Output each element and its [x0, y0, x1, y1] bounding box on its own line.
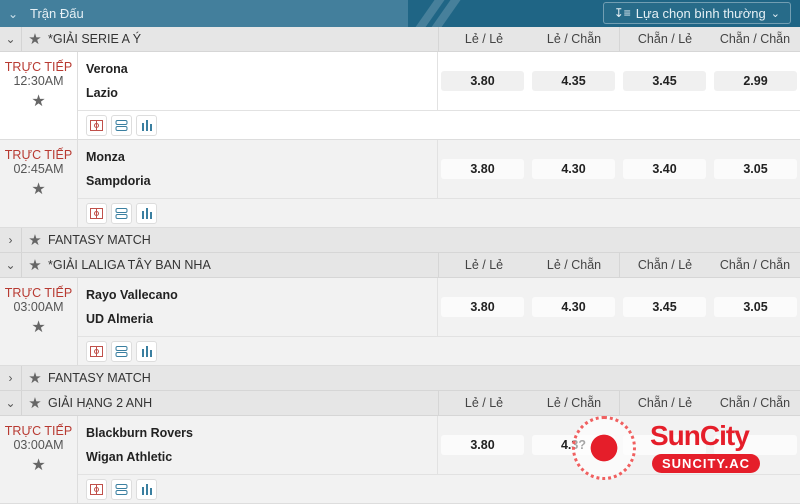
- column-header: Chẵn / Lẻ: [619, 27, 710, 51]
- list-icon[interactable]: [111, 340, 132, 362]
- match-time: 03:00AM: [13, 438, 64, 452]
- odds-button[interactable]: 3.40: [623, 159, 706, 179]
- home-team[interactable]: Blackburn Rovers: [86, 426, 437, 450]
- column-header: Chẵn / Chẵn: [719, 32, 791, 46]
- chevron-down-icon[interactable]: ⌄: [2, 7, 24, 21]
- chevron-down-icon[interactable]: ⌄: [0, 27, 22, 51]
- list-icon[interactable]: [111, 478, 132, 500]
- column-header: Chẵn / Lẻ: [619, 391, 710, 415]
- league-name: FANTASY MATCH: [48, 233, 151, 247]
- view-mode-label: Lựa chọn bình thường: [635, 5, 766, 21]
- view-mode-select[interactable]: ↧≡ Lựa chọn bình thường ⌄: [602, 2, 791, 24]
- odds-button[interactable]: 2.99: [714, 71, 797, 91]
- odds-button[interactable]: 3.80: [441, 159, 524, 179]
- match-time: 02:45AM: [13, 162, 64, 176]
- field-icon[interactable]: [86, 478, 107, 500]
- list-icon[interactable]: [111, 202, 132, 224]
- column-header: Lẻ / Lẻ: [464, 258, 504, 272]
- odds-button[interactable]: [623, 435, 706, 455]
- field-icon[interactable]: [86, 202, 107, 224]
- match-row: TRỰC TIẾP 03:00AM ★ Rayo Vallecano UD Al…: [0, 278, 800, 366]
- away-team[interactable]: UD Almeria: [86, 312, 437, 336]
- odds-button[interactable]: 3.80: [441, 297, 524, 317]
- league-name: GIẢI HẠNG 2 ANH: [48, 396, 153, 410]
- odds-button[interactable]: 3.80: [441, 435, 524, 455]
- stats-icon[interactable]: [136, 478, 157, 500]
- home-team[interactable]: Verona: [86, 62, 437, 86]
- chevron-down-icon[interactable]: ⌄: [0, 253, 22, 277]
- away-team[interactable]: Lazio: [86, 86, 437, 110]
- list-icon[interactable]: [111, 114, 132, 136]
- stats-icon[interactable]: [136, 202, 157, 224]
- home-team[interactable]: Monza: [86, 150, 437, 174]
- column-header: Chẵn / Chẵn: [719, 396, 791, 410]
- match-time: 12:30AM: [13, 74, 64, 88]
- match-row: TRỰC TIẾP 02:45AM ★ Monza Sampdoria 3.80…: [0, 140, 800, 228]
- star-icon[interactable]: ★: [0, 91, 77, 111]
- league-name: FANTASY MATCH: [48, 371, 151, 385]
- field-icon[interactable]: [86, 114, 107, 136]
- star-icon[interactable]: ★: [22, 369, 48, 387]
- odds-button[interactable]: 4.35: [532, 71, 615, 91]
- header-title: Trận Đấu: [30, 6, 84, 21]
- chevron-down-icon[interactable]: ⌄: [0, 391, 22, 415]
- chevron-down-icon: ⌄: [770, 7, 780, 20]
- odds-button[interactable]: 4.3?: [532, 435, 615, 455]
- star-icon[interactable]: ★: [0, 455, 77, 475]
- league-header[interactable]: ⌄ ★ *GIẢI SERIE A Ý Lẻ / Lẻ Lẻ / Chẵn Ch…: [0, 27, 800, 52]
- star-icon[interactable]: ★: [22, 231, 48, 249]
- league-header[interactable]: › ★ FANTASY MATCH: [0, 366, 800, 391]
- match-row: TRỰC TIẾP 03:00AM ★ Blackburn Rovers Wig…: [0, 416, 800, 504]
- odds-column-headers: Lẻ / Lẻ Lẻ / Chẵn Chẵn / Lẻ Chẵn / Chẵn: [438, 27, 800, 51]
- column-header: Chẵn / Lẻ: [619, 253, 710, 277]
- odds-button[interactable]: 4.30: [532, 297, 615, 317]
- match-time: 03:00AM: [13, 300, 64, 314]
- star-icon[interactable]: ★: [22, 256, 48, 274]
- column-header: Lẻ / Chẵn: [546, 396, 602, 410]
- field-icon[interactable]: [86, 340, 107, 362]
- live-status: TRỰC TIẾP: [4, 148, 73, 162]
- odds-button[interactable]: 3.05: [714, 159, 797, 179]
- stats-icon[interactable]: [136, 114, 157, 136]
- chevron-right-icon[interactable]: ›: [0, 366, 22, 390]
- odds-button[interactable]: 3.05: [714, 297, 797, 317]
- matches-header: ⌄ Trận Đấu ↧≡ Lựa chọn bình thường ⌄: [0, 0, 800, 27]
- sort-icon: ↧≡: [613, 6, 631, 20]
- odds-button[interactable]: [714, 435, 797, 455]
- column-header: Lẻ / Lẻ: [464, 32, 504, 46]
- odds-button[interactable]: 3.45: [623, 71, 706, 91]
- away-team[interactable]: Wigan Athletic: [86, 450, 437, 474]
- star-icon[interactable]: ★: [22, 30, 48, 48]
- column-header: Lẻ / Chẵn: [546, 32, 602, 46]
- stats-icon[interactable]: [136, 340, 157, 362]
- column-header: Chẵn / Chẵn: [719, 258, 791, 272]
- away-team[interactable]: Sampdoria: [86, 174, 437, 198]
- column-header: Lẻ / Chẵn: [546, 258, 602, 272]
- match-row: TRỰC TIẾP 12:30AM ★ Verona Lazio 3.80 4.…: [0, 52, 800, 140]
- odds-column-headers: Lẻ / Lẻ Lẻ / Chẵn Chẵn / Lẻ Chẵn / Chẵn: [438, 253, 800, 277]
- league-name: *GIẢI SERIE A Ý: [48, 32, 142, 46]
- odds-column-headers: Lẻ / Lẻ Lẻ / Chẵn Chẵn / Lẻ Chẵn / Chẵn: [438, 391, 800, 415]
- odds-button[interactable]: 3.80: [441, 71, 524, 91]
- live-status: TRỰC TIẾP: [4, 60, 73, 74]
- star-icon[interactable]: ★: [0, 179, 77, 199]
- live-status: TRỰC TIẾP: [4, 286, 73, 300]
- home-team[interactable]: Rayo Vallecano: [86, 288, 437, 312]
- live-status: TRỰC TIẾP: [4, 424, 73, 438]
- column-header: Lẻ / Lẻ: [464, 396, 504, 410]
- league-header[interactable]: ⌄ ★ GIẢI HẠNG 2 ANH Lẻ / Lẻ Lẻ / Chẵn Ch…: [0, 391, 800, 416]
- league-name: *GIẢI LALIGA TÂY BAN NHA: [48, 258, 211, 272]
- league-header[interactable]: › ★ FANTASY MATCH: [0, 228, 800, 253]
- league-header[interactable]: ⌄ ★ *GIẢI LALIGA TÂY BAN NHA Lẻ / Lẻ Lẻ …: [0, 253, 800, 278]
- odds-button[interactable]: 4.30: [532, 159, 615, 179]
- star-icon[interactable]: ★: [22, 394, 48, 412]
- odds-button[interactable]: 3.45: [623, 297, 706, 317]
- star-icon[interactable]: ★: [0, 317, 77, 337]
- chevron-right-icon[interactable]: ›: [0, 228, 22, 252]
